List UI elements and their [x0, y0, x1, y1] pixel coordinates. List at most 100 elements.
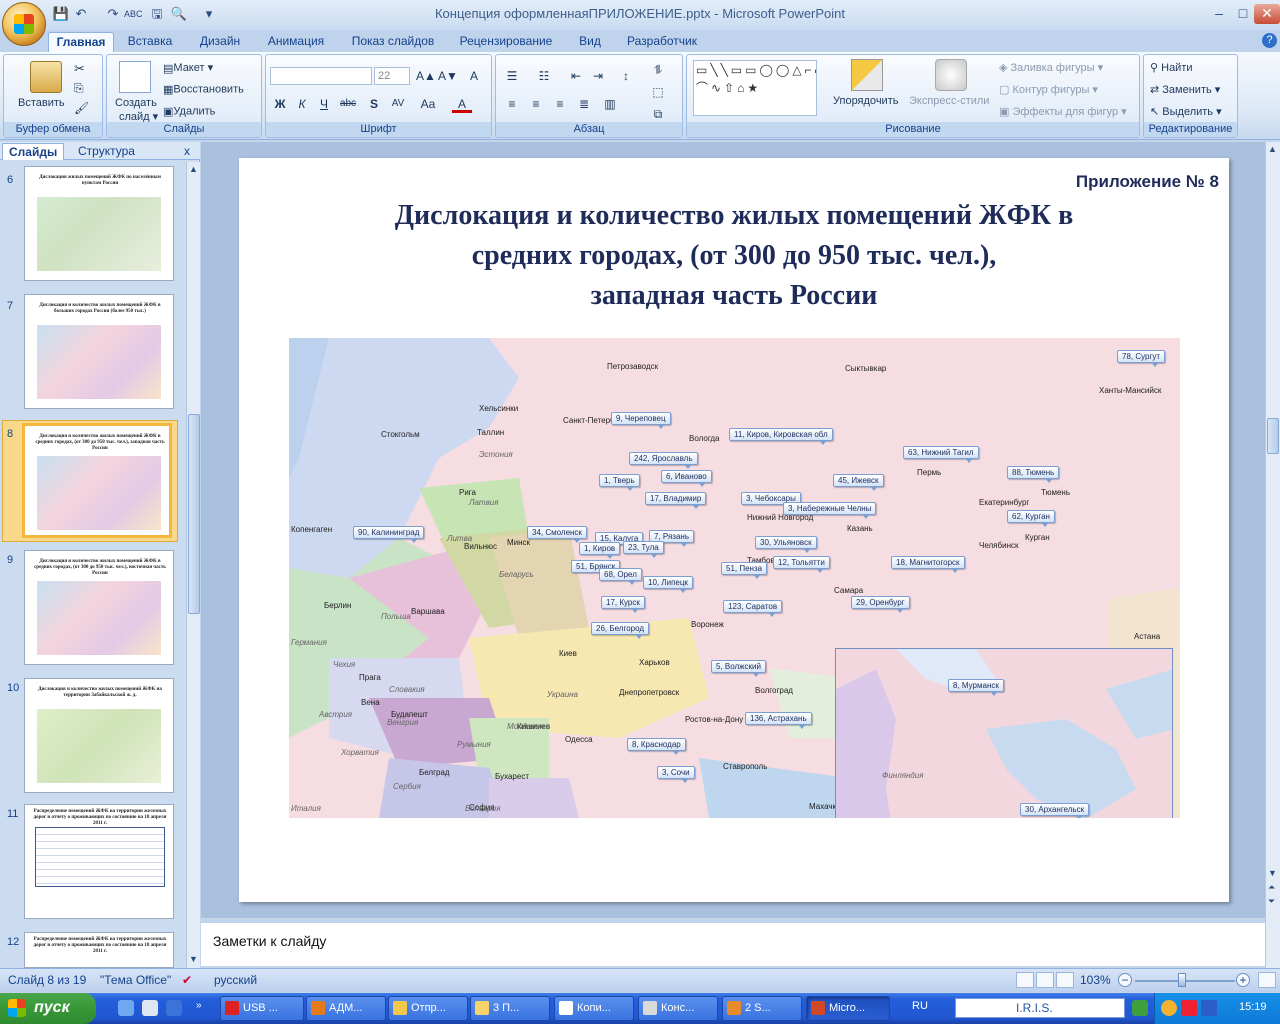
slide-thumbnail-12[interactable]: Распределение помещений ЖФК на территори…	[24, 932, 174, 968]
smartart-icon[interactable]: ⧉	[648, 105, 668, 123]
grow-font-button[interactable]: A▲	[416, 67, 436, 85]
decrease-indent-icon[interactable]: ⇤	[566, 67, 586, 85]
map-callout[interactable]: 88, Тюмень	[1007, 466, 1060, 483]
scroll-thumb[interactable]	[188, 414, 200, 614]
align-text-icon[interactable]: ⬚	[648, 83, 668, 101]
tab-view[interactable]: Вид	[568, 32, 612, 52]
map-callout[interactable]: 3, Набережные Челны	[783, 502, 877, 519]
columns-icon[interactable]: ▥	[600, 95, 620, 113]
map-callout[interactable]: 8, Мурманск	[948, 679, 1004, 696]
tray-icon[interactable]	[1201, 1000, 1217, 1016]
close-button[interactable]: ✕	[1254, 4, 1280, 24]
tab-design[interactable]: Дизайн	[190, 32, 250, 52]
tab-animation[interactable]: Анимация	[258, 32, 334, 52]
quick-styles-button[interactable]: Экспресс-стили	[909, 95, 989, 107]
slide-thumbnail-10[interactable]: Дислокация и количество жилых помещений …	[24, 678, 174, 793]
appendix-label[interactable]: Приложение № 8	[1076, 172, 1219, 192]
format-painter-icon[interactable]: 🖌	[74, 101, 89, 115]
tab-review[interactable]: Рецензирование	[452, 32, 560, 52]
pane-close-icon[interactable]: x	[184, 144, 190, 158]
reset-button[interactable]: ▦ Восстановить	[163, 83, 244, 96]
map-callout[interactable]: 136, Астрахань	[745, 712, 812, 729]
scroll-up-icon[interactable]: ▲	[1268, 144, 1277, 154]
map-callout[interactable]: 8, Краснодар	[627, 738, 686, 755]
change-case-button[interactable]: Aa	[418, 95, 438, 113]
scroll-thumb[interactable]	[1267, 418, 1279, 454]
map-callout[interactable]: 30, Архангельск	[1020, 803, 1090, 818]
map-callout[interactable]: 18, Магнитогорск	[891, 556, 965, 573]
map-callout[interactable]: 1, Тверь	[599, 474, 640, 491]
map-callout[interactable]: 51, Пенза	[721, 562, 768, 579]
map-callout[interactable]: 45, Ижевск	[833, 474, 884, 491]
zoom-level[interactable]: 103%	[1080, 973, 1111, 987]
spellcheck-icon[interactable]: ✔	[182, 973, 192, 987]
taskbar-item[interactable]: АДМ...	[306, 996, 386, 1021]
map-callout[interactable]: 1, Киров	[579, 542, 621, 559]
minimize-button[interactable]: –	[1206, 4, 1232, 24]
go-arrow-icon[interactable]	[1132, 1000, 1148, 1016]
notes-pane[interactable]: Заметки к слайду	[201, 920, 1265, 966]
slide-thumbnail-8[interactable]: Дислокация и количество жилых помещений …	[22, 423, 172, 538]
italic-button[interactable]: К	[292, 95, 312, 113]
normal-view-button[interactable]	[1016, 972, 1034, 988]
font-size-combo[interactable]: 22	[374, 67, 410, 85]
map-callout[interactable]: 17, Владимир	[645, 492, 707, 509]
slide-thumbnail-11[interactable]: Распределение помещений ЖФК на территори…	[24, 804, 174, 919]
iris-toolbar[interactable]: I.R.I.S.	[955, 998, 1125, 1018]
clear-format-button[interactable]: A	[464, 67, 484, 85]
taskbar-item[interactable]: 3 П...	[470, 996, 550, 1021]
map-callout[interactable]: 12, Тольятти	[773, 556, 830, 573]
quicklaunch-icon[interactable]	[166, 1000, 182, 1016]
map-callout[interactable]: 78, Сургут	[1117, 350, 1166, 367]
shape-effects-button[interactable]: ▣ Эффекты для фигур ▾	[999, 105, 1127, 118]
slideshow-view-button[interactable]	[1056, 972, 1074, 988]
delete-slide-button[interactable]: ▣ Удалить	[163, 105, 215, 118]
shrink-font-button[interactable]: A▼	[438, 67, 458, 85]
keyboard-language[interactable]: RU	[912, 1000, 928, 1012]
slide-scrollbar[interactable]: ▲ ▼ ⏶ ⏷	[1265, 142, 1280, 968]
map-callout[interactable]: 11, Киров, Кировская обл	[729, 428, 833, 445]
new-slide-button[interactable]: Создать	[115, 97, 157, 109]
language-indicator[interactable]: русский	[214, 973, 257, 987]
help-icon[interactable]: ?	[1262, 33, 1277, 48]
paste-button[interactable]: Вставить	[18, 97, 65, 109]
start-button[interactable]: пуск	[0, 993, 96, 1024]
inset-map[interactable]: Финляндия 8, Мурманск 30, Архангельск	[835, 648, 1173, 818]
slide-thumbnail-7[interactable]: Дислокация и количество жилых помещений …	[24, 294, 174, 409]
align-left-icon[interactable]: ≡	[502, 95, 522, 113]
increase-indent-icon[interactable]: ⇥	[588, 67, 608, 85]
map-callout[interactable]: 5, Волжский	[711, 660, 766, 677]
strikethrough-button[interactable]: abc	[338, 95, 358, 113]
thumbnails-scrollbar[interactable]: ▲ ▼	[186, 162, 200, 968]
quicklaunch-icon[interactable]	[118, 1000, 134, 1016]
tab-slideshow[interactable]: Показ слайдов	[344, 32, 442, 52]
shadow-button[interactable]: S	[364, 95, 384, 113]
cut-icon[interactable]: ✂	[74, 61, 85, 77]
arrange-button[interactable]: Упорядочить	[833, 95, 898, 107]
tab-insert[interactable]: Вставка	[120, 32, 180, 52]
copy-icon[interactable]: ⎘	[74, 81, 84, 96]
shape-fill-button[interactable]: ◈ Заливка фигуры ▾	[999, 61, 1103, 74]
text-direction-icon[interactable]: ⥮	[648, 61, 668, 79]
zoom-slider-knob[interactable]	[1178, 973, 1186, 987]
slide-thumbnail-6[interactable]: Дислокация жилых помещений ЖФК по населё…	[24, 166, 174, 281]
map-callout[interactable]: 17, Курск	[601, 596, 645, 613]
taskbar-item[interactable]: Копи...	[554, 996, 634, 1021]
fit-to-window-button[interactable]	[1258, 972, 1276, 988]
map-image[interactable]: Хельсинки Стокгольм Таллин Рига Вильнюс …	[289, 338, 1180, 818]
map-callout[interactable]: 242, Ярославль	[629, 452, 698, 469]
map-callout[interactable]: 6, Иваново	[661, 470, 712, 487]
taskbar-item-active[interactable]: Micro...	[806, 996, 890, 1021]
map-callout[interactable]: 63, Нижний Тагил	[903, 446, 979, 463]
scroll-down-icon[interactable]: ▼	[1268, 868, 1277, 878]
maximize-button[interactable]: □	[1230, 4, 1256, 24]
taskbar-item[interactable]: Конс...	[638, 996, 718, 1021]
shapes-gallery[interactable]: ▭╲╲▭▭◯◯△⌐⌐⇨⇩☆{}⌒∿⇧⌂★	[693, 60, 817, 116]
align-right-icon[interactable]: ≡	[550, 95, 570, 113]
scroll-up-icon[interactable]: ▲	[189, 164, 198, 174]
taskbar-item[interactable]: Отпр...	[388, 996, 468, 1021]
map-callout[interactable]: 3, Сочи	[657, 766, 695, 783]
font-color-button[interactable]: A	[452, 95, 472, 113]
underline-button[interactable]: Ч	[314, 95, 334, 113]
bullets-icon[interactable]: ☰	[502, 67, 522, 85]
